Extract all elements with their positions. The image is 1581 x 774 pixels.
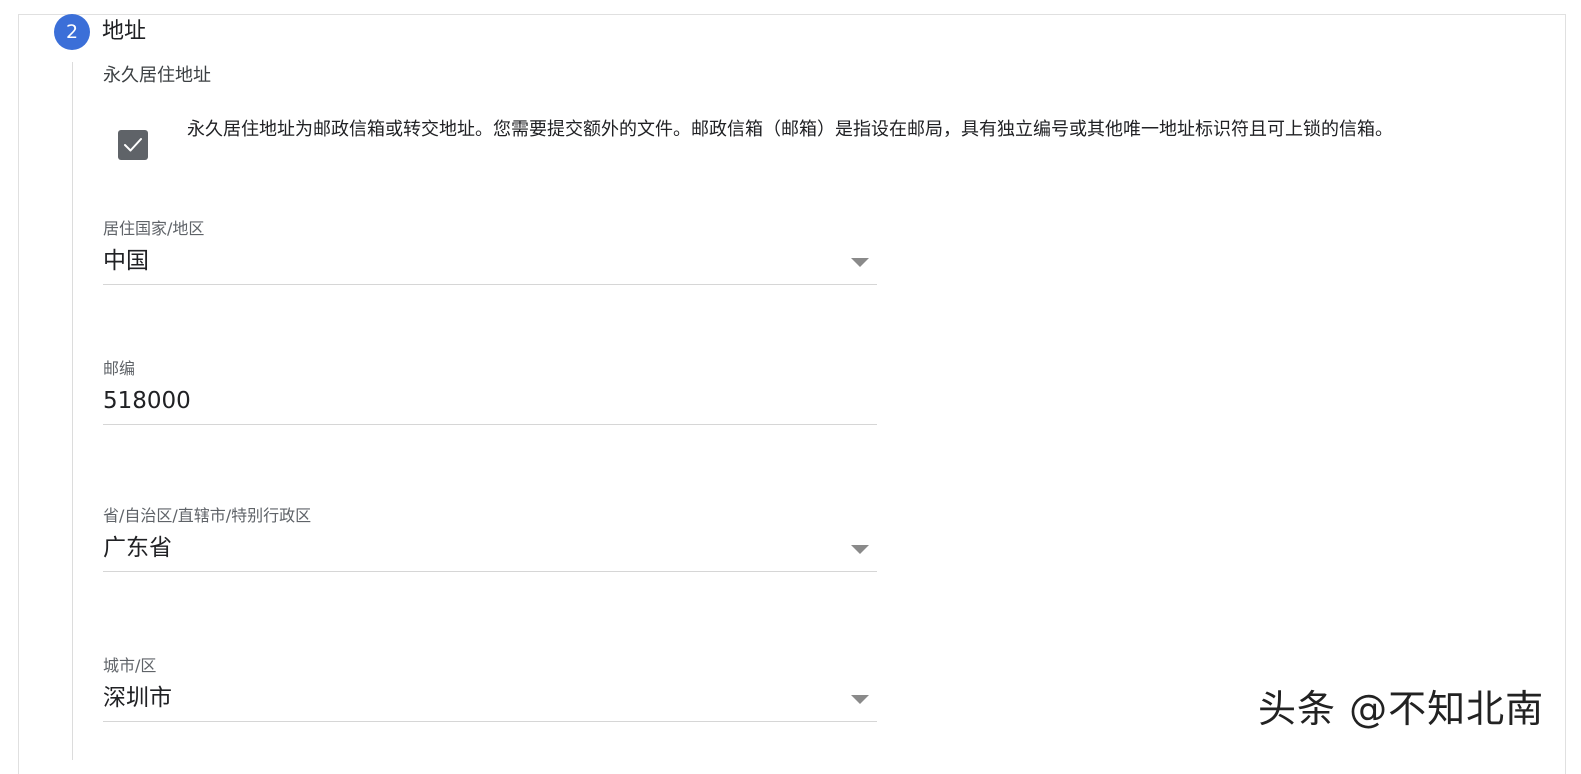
postal-code-label: 邮编 bbox=[103, 359, 136, 378]
country-label: 居住国家/地区 bbox=[103, 219, 205, 238]
province-select[interactable]: 省/自治区/直辖市/特别行政区 广东省 bbox=[103, 505, 877, 572]
dropdown-arrow-icon[interactable] bbox=[851, 545, 869, 554]
city-select[interactable]: 城市/区 深圳市 bbox=[103, 655, 877, 722]
country-value: 中国 bbox=[103, 248, 149, 274]
step-connector-line bbox=[72, 62, 73, 760]
po-box-checkbox[interactable] bbox=[118, 130, 148, 160]
postal-code-value: 518000 bbox=[103, 388, 191, 414]
po-box-notice-text: 永久居住地址为邮政信箱或转交地址。您需要提交额外的文件。邮政信箱（邮箱）是指设在… bbox=[187, 119, 1393, 140]
checkmark-icon bbox=[124, 138, 142, 152]
postal-code-input[interactable]: 邮编 518000 bbox=[103, 358, 877, 425]
dropdown-arrow-icon[interactable] bbox=[851, 258, 869, 267]
city-value: 深圳市 bbox=[103, 685, 172, 711]
province-value: 广东省 bbox=[103, 535, 172, 561]
watermark-text: 头条 @不知北南 bbox=[1258, 687, 1545, 731]
country-select[interactable]: 居住国家/地区 中国 bbox=[103, 218, 877, 285]
dropdown-arrow-icon[interactable] bbox=[851, 695, 869, 704]
city-label: 城市/区 bbox=[103, 656, 157, 675]
permanent-address-heading: 永久居住地址 bbox=[103, 65, 211, 86]
province-label: 省/自治区/直辖市/特别行政区 bbox=[103, 506, 312, 525]
step-title: 地址 bbox=[102, 19, 147, 44]
step-number-badge: 2 bbox=[54, 14, 90, 50]
